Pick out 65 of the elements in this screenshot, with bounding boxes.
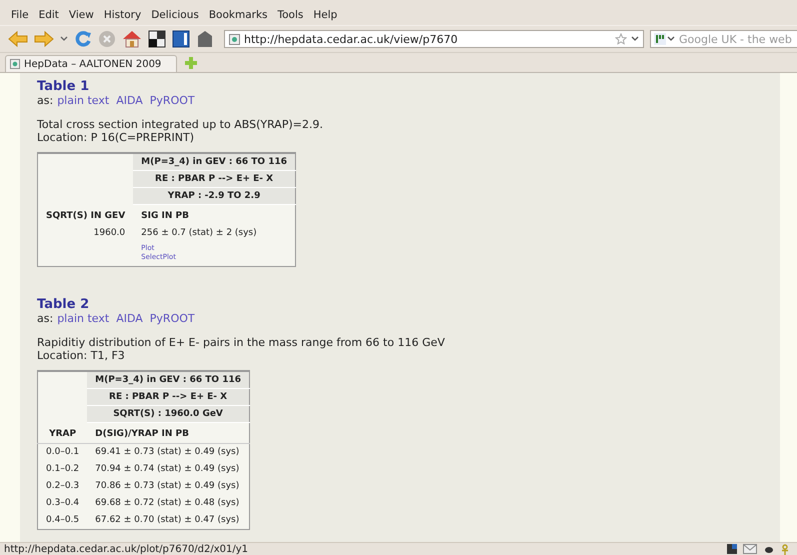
table-cell: 0.0–0.1 [38, 444, 88, 461]
qualifier-header: YRAP : -2.9 TO 2.9 [133, 188, 296, 204]
table-cell: 70.94 ± 0.74 (stat) ± 0.49 (sys) [87, 461, 250, 478]
table-cell: 0.2–0.3 [38, 478, 88, 495]
column-header: SQRT(S) IN GEV [38, 204, 134, 225]
window-icon[interactable] [148, 30, 166, 48]
back-icon[interactable] [8, 30, 28, 48]
menu-item[interactable]: Edit [34, 9, 64, 21]
table-cell: 69.68 ± 0.72 (stat) ± 0.48 (sys) [87, 495, 250, 512]
menu-item[interactable]: History [98, 9, 146, 21]
address-bar[interactable]: http://hepdata.cedar.ac.uk/view/p7670 [224, 30, 644, 48]
menu-item[interactable]: Bookmarks [204, 9, 272, 21]
format-link[interactable]: AIDA [116, 94, 143, 107]
table-cell: 69.41 ± 0.73 (stat) ± 0.49 (sys) [87, 444, 250, 461]
table-cell: 67.62 ± 0.70 (stat) ± 0.47 (sys) [87, 512, 250, 530]
menu-item[interactable]: Tools [272, 9, 308, 21]
window-icon[interactable] [172, 30, 190, 48]
browser-tab[interactable]: HepData – AALTONEN 2009 [5, 55, 177, 72]
formats-label: as: [37, 312, 54, 325]
menu-item[interactable]: File [6, 9, 34, 21]
search-engine-icon[interactable] [654, 33, 676, 45]
table-title: Table 1 [37, 79, 90, 94]
format-link[interactable]: plain text [57, 312, 110, 325]
column-header: SIG IN PB [133, 204, 296, 225]
format-link[interactable]: plain text [57, 94, 110, 107]
menu-item[interactable]: Help [308, 9, 342, 21]
star-icon[interactable] [615, 33, 627, 45]
table-cell: 70.86 ± 0.73 (stat) ± 0.49 (sys) [87, 478, 250, 495]
reload-icon[interactable] [74, 30, 92, 48]
page-icon [10, 59, 20, 69]
qualifier-header: M(P=3_4) in GEV : 66 TO 116 [87, 371, 250, 388]
page-icon [229, 34, 240, 44]
new-tab-icon[interactable] [185, 57, 197, 69]
table-cell: 0.1–0.2 [38, 461, 88, 478]
qualifier-header: RE : PBAR P --> E+ E- X [87, 388, 250, 406]
format-link[interactable]: PyROOT [150, 312, 195, 325]
qualifier-header: SQRT(S) : 1960.0 GeV [87, 406, 250, 422]
address-field[interactable]: http://hepdata.cedar.ac.uk/view/p7670 [244, 32, 611, 46]
search-bar[interactable]: Google UK - the web [650, 30, 797, 48]
table-description: Total cross section integrated up to ABS(YRAP)=2.9. [37, 118, 324, 131]
home-icon[interactable] [122, 30, 142, 48]
format-link[interactable]: AIDA [116, 312, 143, 325]
ankh-icon[interactable] [781, 544, 789, 554]
table-location: Location: P 16(C=PREPRINT) [37, 131, 196, 144]
mail-icon[interactable] [743, 544, 757, 554]
caret-icon[interactable] [60, 36, 68, 42]
qualifier-header: RE : PBAR P --> E+ E- X [133, 170, 296, 188]
table-cell: 0.3–0.4 [38, 495, 88, 512]
table-location: Location: T1, F3 [37, 349, 126, 362]
qualifier-header: M(P=3_4) in GEV : 66 TO 116 [133, 153, 296, 170]
status-text: http://hepdata.cedar.ac.uk/plot/p7670/d2/x01/y1 [4, 544, 250, 554]
table-description: Rapiditiy distribution of E+ E- pairs in the mass range from 66 to 116 GeV [37, 336, 446, 349]
formats-label: as: [37, 94, 54, 107]
table-title: Table 2 [37, 297, 90, 312]
table-cell: 256 ± 0.7 (stat) ± 2 (sys) [133, 225, 296, 242]
column-header: YRAP [38, 422, 88, 444]
menu-item[interactable]: View [64, 9, 99, 21]
table-cell: 0.4–0.5 [38, 512, 88, 530]
stop-icon[interactable] [98, 30, 116, 48]
column-header: D(SIG)/YRAP IN PB [87, 422, 250, 444]
caret-icon[interactable] [631, 36, 639, 42]
forward-icon[interactable] [34, 30, 54, 48]
table-cell: 1960.0 [38, 225, 134, 242]
menu-item[interactable]: Delicious [146, 9, 204, 21]
format-link[interactable]: PyROOT [150, 94, 195, 107]
